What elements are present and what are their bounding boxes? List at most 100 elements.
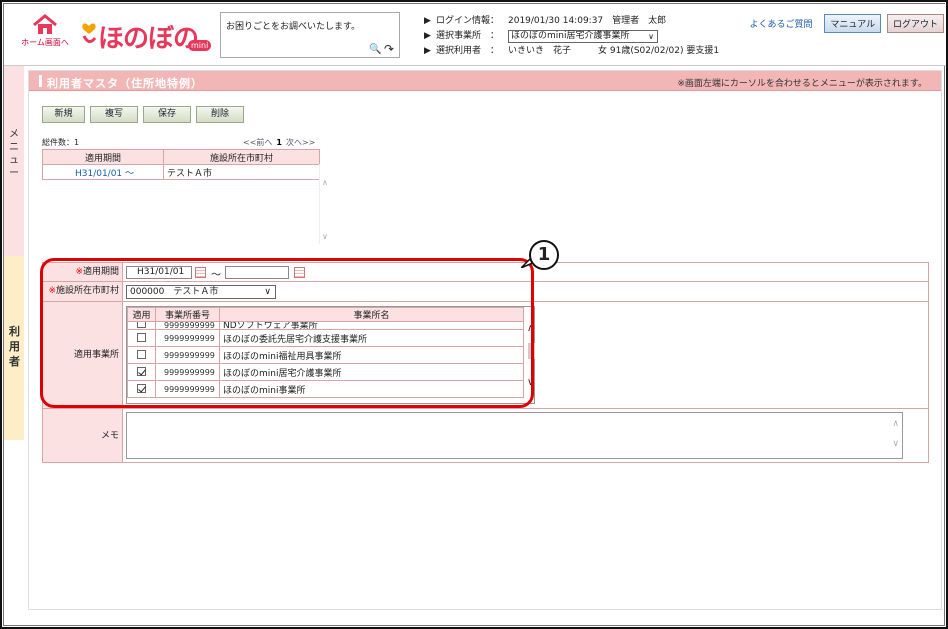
callout-number-badge: 1 [529, 240, 559, 270]
side-user-label: 利用者 [9, 325, 20, 368]
table-row[interactable]: 9999999999 NDソフトウェア事業所 [127, 321, 524, 330]
user-info-value: いきいき 花子 女 91歳(S02/02/02) 要支援1 [508, 46, 720, 56]
scroll-up-icon[interactable]: ∧ [527, 323, 534, 334]
office-info-row: ▶ 選択事業所 ： ほのぼのmini居宅介護事業所 ∨ [424, 29, 719, 44]
home-icon [33, 14, 57, 34]
period-from-input[interactable]: H31/01/01 [126, 266, 192, 279]
logo-mark-icon [82, 23, 97, 43]
delete-button[interactable]: 削除 [196, 106, 244, 123]
calendar-icon[interactable] [294, 267, 305, 278]
period-to-input[interactable] [225, 266, 289, 279]
faq-link[interactable]: よくあるご質問 [749, 20, 812, 30]
scroll-down-icon[interactable]: ∨ [322, 232, 328, 241]
offices-label: 適用事業所 [43, 302, 123, 408]
period-row: ※適用期間 H31/01/01 ～ [42, 262, 929, 282]
search-icon[interactable]: 🔍 [369, 44, 381, 55]
office-select[interactable]: ほのぼのmini居宅介護事業所 ∨ [508, 30, 658, 43]
column-header: 事業所名 [219, 307, 524, 322]
column-header: 適用 [127, 307, 156, 322]
column-header: 施設所在市町村 [163, 149, 320, 165]
office-checkbox[interactable] [137, 367, 146, 376]
triangle-icon: ▶ [424, 46, 431, 56]
table-row[interactable]: 9999999999 ほのぼのmini居宅介護事業所 [127, 363, 524, 381]
logo-text: ほのぼの [98, 24, 199, 54]
required-mark: ※ [75, 267, 83, 277]
pager-next-link[interactable]: 次へ>> [286, 138, 315, 147]
office-name: NDソフトウェア事業所 [219, 321, 524, 330]
city-cell[interactable]: テストＡ市 [163, 164, 320, 180]
home-button[interactable]: ホーム画面へ [18, 14, 72, 54]
history-list-table: 適用期間 施設所在市町村 H31/01/01 ～ テストＡ市 [42, 149, 320, 180]
history-list-header: 適用期間 施設所在市町村 [42, 149, 320, 165]
office-number: 9999999999 [155, 321, 220, 330]
table-row[interactable]: H31/01/01 ～ テストＡ市 [42, 164, 320, 180]
title-mark [39, 75, 42, 87]
calendar-icon[interactable] [195, 267, 206, 278]
app-logo: ほのぼの mini [80, 14, 220, 54]
office-number: 9999999999 [155, 380, 220, 398]
office-name: ほのぼのmini居宅介護事業所 [219, 363, 524, 381]
memo-row: メモ ∧ ∨ [42, 409, 929, 463]
side-menu-label: メニュー [9, 129, 19, 179]
scroll-up-icon[interactable]: ∧ [892, 419, 899, 429]
save-button[interactable]: 保存 [143, 106, 191, 123]
offices-scrollbar[interactable]: ∧ ∨ [526, 321, 537, 397]
period-cell[interactable]: H31/01/01 ～ [42, 164, 164, 180]
memo-textarea[interactable]: ∧ ∨ [126, 412, 903, 459]
office-checkbox[interactable] [137, 322, 146, 328]
column-header: 事業所番号 [155, 307, 220, 322]
table-row[interactable]: 9999999999 ほのぼのmini事業所 [127, 380, 524, 398]
side-user-tab[interactable]: 利用者 [4, 256, 24, 440]
offices-table: 適用 事業所番号 事業所名 9999999999 NDソフトウェア事業所 999… [127, 307, 524, 398]
memo-label: メモ [43, 409, 123, 462]
city-label: ※施設所在市町村 [43, 282, 123, 301]
side-menu-tab[interactable]: メニュー [4, 66, 24, 256]
column-header: 適用期間 [42, 149, 164, 165]
new-button[interactable]: 新規 [42, 106, 85, 123]
scroll-thumb[interactable] [528, 343, 535, 359]
offices-header: 適用 事業所番号 事業所名 [127, 307, 524, 322]
app-header: ホーム画面へ ほのぼの mini お困りごとをお調べいたします。 🔍 ↷ ▶ ログ… [4, 4, 946, 66]
scroll-down-icon[interactable]: ∨ [527, 377, 534, 388]
chevron-down-icon: ∨ [264, 287, 271, 297]
login-info-value: 2019/01/30 14:09:37 管理者 太郎 [508, 16, 667, 26]
session-info: ▶ ログイン情報： 2019/01/30 14:09:37 管理者 太郎 ▶ 選択事業… [424, 14, 719, 59]
office-name: ほのぼのmini福祉用具事業所 [219, 346, 524, 364]
pager-current: 1 [276, 138, 282, 147]
office-checkbox[interactable] [137, 384, 146, 393]
office-checkbox[interactable] [137, 350, 146, 359]
scroll-down-icon[interactable]: ∨ [892, 439, 899, 449]
page-title-bar: 利用者マスタ（住所地特例） ※画面左端にカーソルを合わせるとメニューが表示されま… [29, 71, 941, 91]
table-row[interactable]: 9999999999 ほのぼの委託先居宅介護支援事業所 [127, 329, 524, 347]
office-name: ほのぼの委託先居宅介護支援事業所 [219, 329, 524, 347]
logout-button[interactable]: ログアウト [886, 14, 944, 33]
office-checkbox[interactable] [137, 333, 146, 342]
office-name: ほのぼのmini事業所 [219, 380, 524, 398]
office-number: 9999999999 [155, 346, 220, 364]
period-tilde: ～ [211, 270, 221, 281]
office-number: 9999999999 [155, 363, 220, 381]
period-label: ※適用期間 [43, 263, 123, 281]
office-number: 9999999999 [155, 329, 220, 347]
scroll-up-icon[interactable]: ∧ [322, 178, 328, 187]
help-search-placeholder: お困りごとをお調べいたします。 [226, 22, 361, 32]
reload-icon[interactable]: ↷ [384, 42, 394, 56]
copy-button[interactable]: 複写 [90, 106, 138, 123]
screen-frame: ホーム画面へ ほのぼの mini お困りごとをお調べいたします。 🔍 ↷ ▶ ログ… [0, 0, 948, 629]
action-toolbar: 新規 複写 保存 削除 [42, 106, 249, 123]
triangle-icon: ▶ [424, 31, 431, 41]
total-count: 総件数：1 [42, 138, 80, 147]
user-info-row: ▶ 選択利用者 ：いきいき 花子 女 91歳(S02/02/02) 要支援1 [424, 44, 719, 59]
city-select[interactable]: 000000 テストＡ市 ∨ [126, 285, 276, 299]
pager: <<前へ 1 次へ>> [243, 137, 315, 148]
required-mark: ※ [48, 286, 56, 296]
manual-button[interactable]: マニュアル [824, 14, 882, 33]
triangle-icon: ▶ [424, 16, 431, 26]
offices-list[interactable]: 適用 事業所番号 事業所名 9999999999 NDソフトウェア事業所 999… [126, 306, 535, 404]
list-scrollbar[interactable]: ∧ ∨ [319, 164, 331, 244]
pager-prev-link[interactable]: <<前へ [243, 138, 272, 147]
home-label: ホーム画面へ [21, 38, 69, 47]
table-row[interactable]: 9999999999 ほのぼのmini福祉用具事業所 [127, 346, 524, 364]
help-search-box[interactable]: お困りごとをお調べいたします。 🔍 ↷ [220, 12, 400, 58]
login-info-row: ▶ ログイン情報： 2019/01/30 14:09:37 管理者 太郎 [424, 14, 719, 29]
